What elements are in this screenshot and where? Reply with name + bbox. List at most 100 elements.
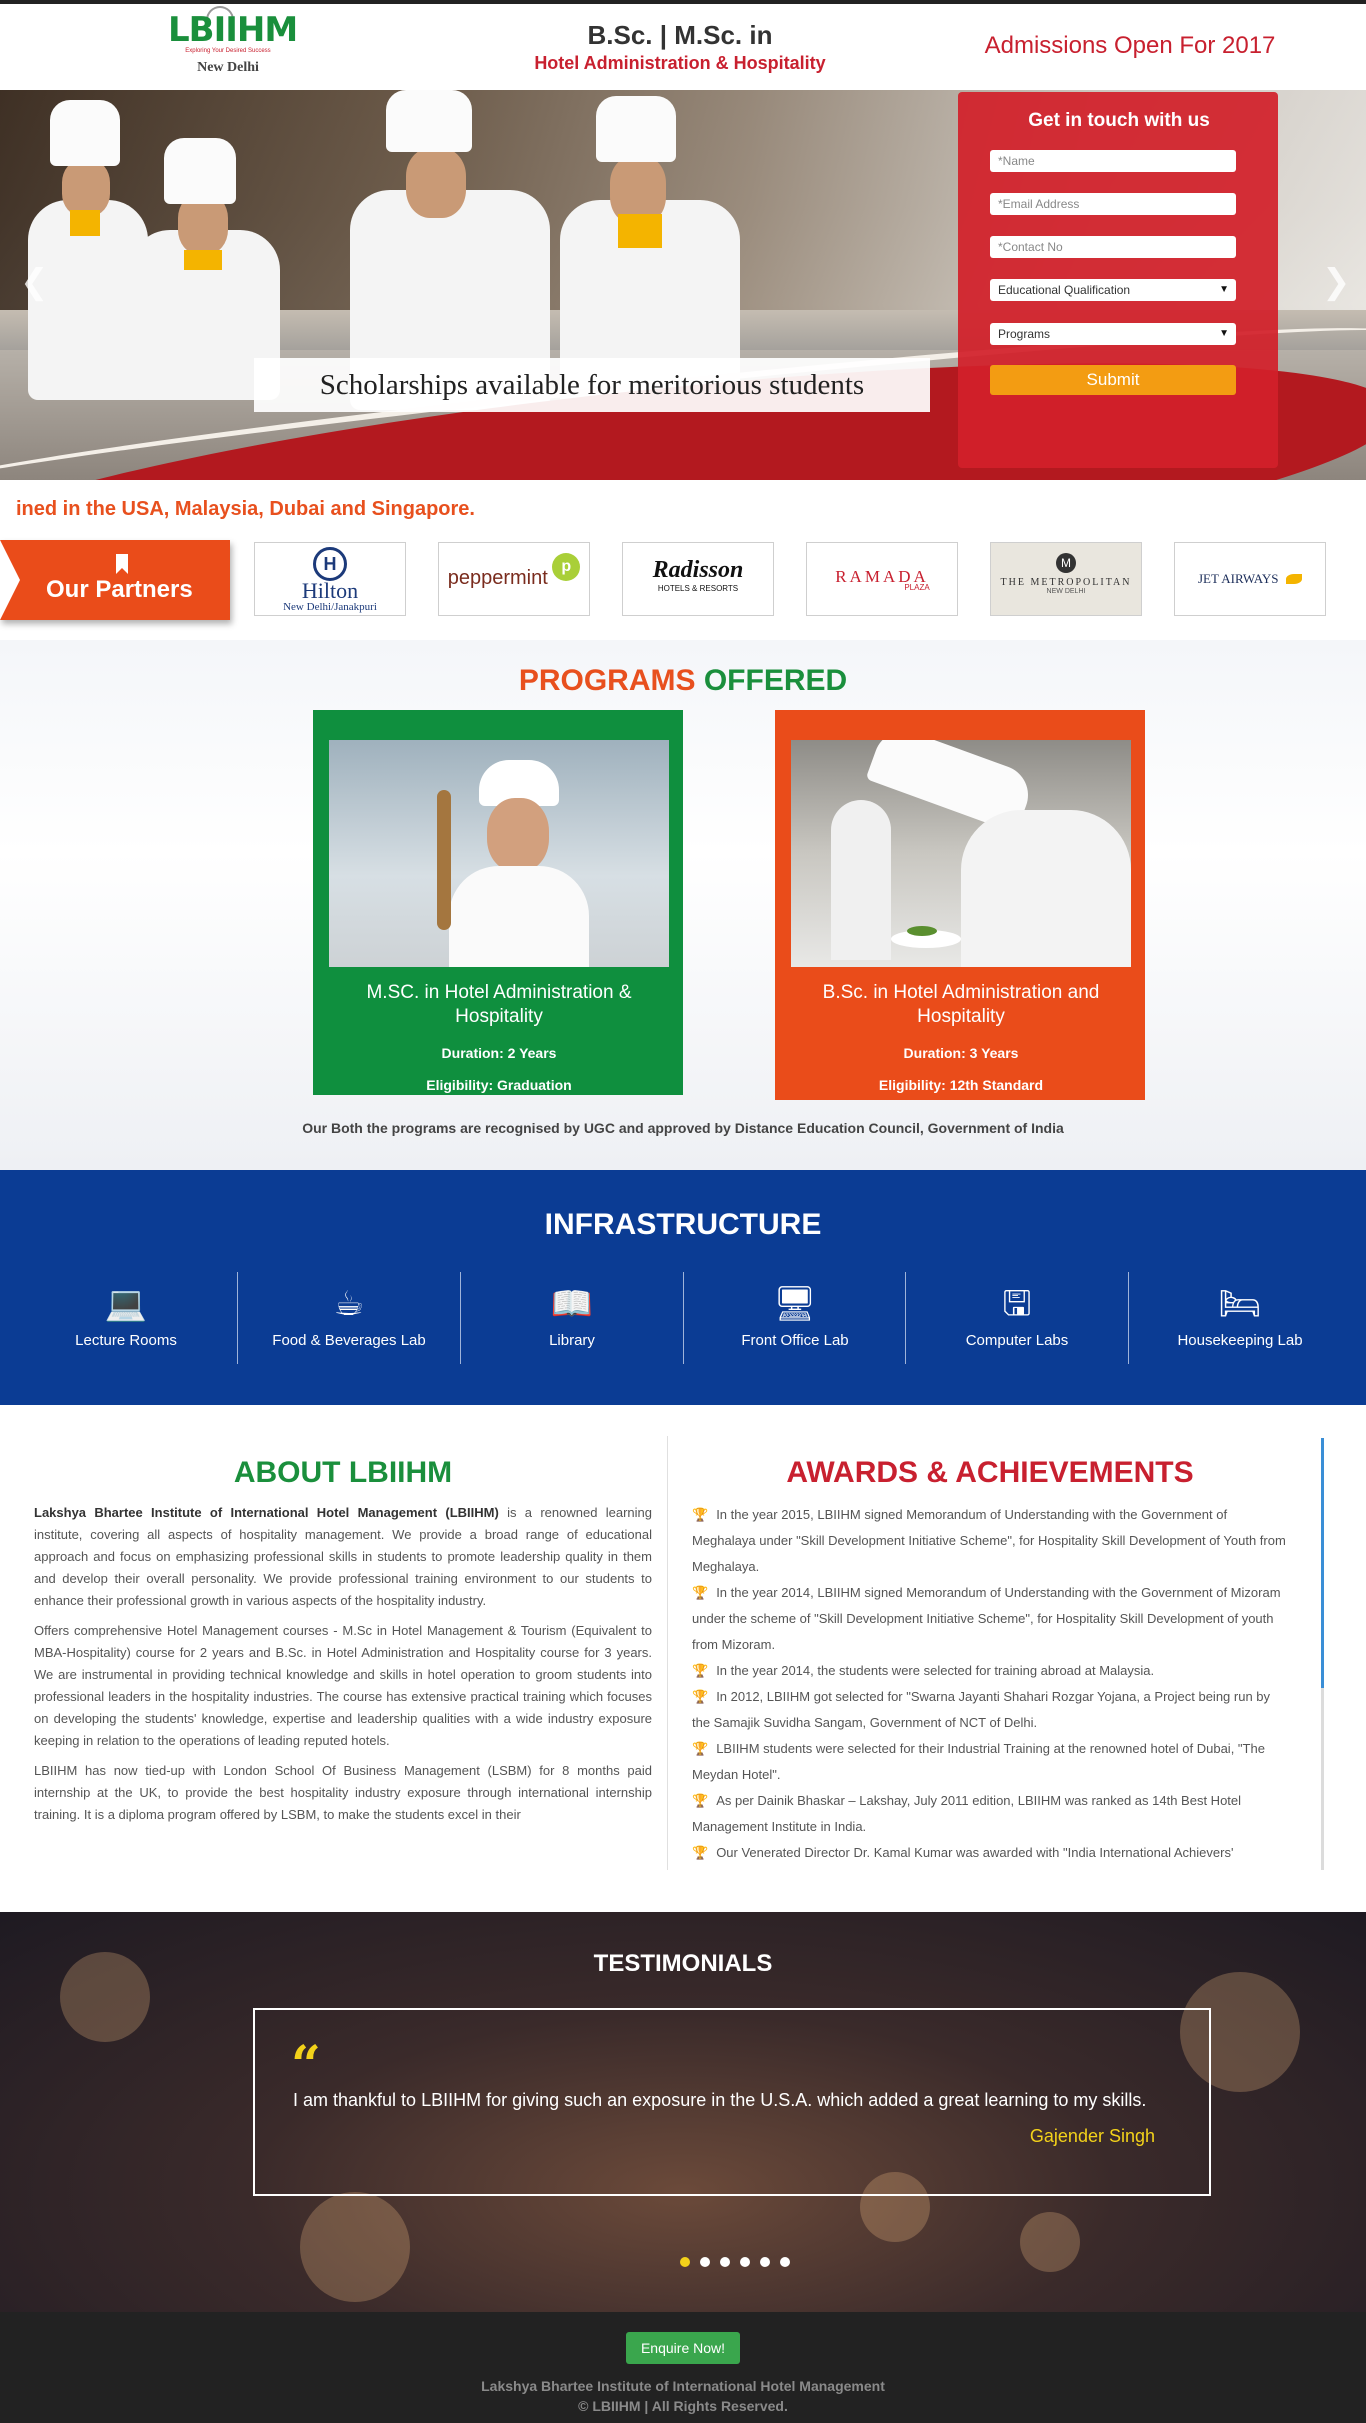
award-text: In 2012, LBIIHM got selected for "Swarna…	[692, 1689, 1271, 1730]
contact-field[interactable]: *Contact No	[990, 236, 1236, 258]
partner-logo-hilton[interactable]: H Hilton New Delhi/Janakpuri	[254, 542, 406, 616]
program-card-bsc[interactable]: B.Sc. in Hotel Administration and Hospit…	[775, 710, 1145, 1100]
infra-label: Computer Labs	[965, 1332, 1069, 1349]
testimonials-section: TESTIMONIALS “ I am thankful to LBIIHM f…	[0, 1912, 1366, 2312]
logo-text: LBIIHM	[168, 10, 298, 50]
testimonial-author: Gajender Singh	[1029, 2126, 1155, 2146]
logo-tagline: Exploring Your Desired Success	[185, 48, 271, 54]
site-header: LBIIHM Exploring Your Desired Success Ne…	[0, 4, 1366, 90]
photo-garnish	[907, 926, 937, 936]
testimonial-quote: I am thankful to LBIIHM for giving such …	[293, 2090, 1147, 2110]
header-course: B.Sc. | M.Sc. in Hotel Administration & …	[460, 20, 900, 74]
photo-jacket	[449, 866, 589, 967]
carousel-dot[interactable]	[760, 2257, 770, 2267]
chevron-right-icon[interactable]: ❯	[1322, 262, 1351, 302]
infra-item-housekeeping-lab[interactable]: 🛏 Housekeeping Lab	[1129, 1270, 1351, 1362]
programs-title-part1: PROGRAMS	[518, 664, 696, 697]
enquire-now-button[interactable]: Enquire Now!	[626, 2332, 740, 2364]
quote-icon: “	[291, 2035, 321, 2096]
chef-scarf	[70, 210, 100, 236]
chef-scarf	[184, 250, 222, 270]
programs-select[interactable]: Programs ▼	[990, 323, 1236, 345]
wooden-spoon-icon	[437, 790, 451, 930]
infrastructure-section: INFRASTRUCTURE 💻 Lecture Rooms ☕ Food & …	[0, 1170, 1366, 1405]
infra-item-lecture-rooms[interactable]: 💻 Lecture Rooms	[15, 1270, 237, 1362]
trophy-icon: 🏆	[692, 1585, 709, 1600]
logo-city: New Delhi	[197, 60, 259, 75]
infra-label: Lecture Rooms	[75, 1332, 177, 1349]
desktop-icon: 🖥	[773, 1284, 817, 1324]
program-card-msc[interactable]: M.SC. in Hotel Administration & Hospital…	[313, 710, 683, 1095]
partner-logo-radisson[interactable]: Radisson HOTELS & RESORTS	[622, 542, 774, 616]
contact-form: Get in touch with us *Name *Email Addres…	[958, 92, 1278, 468]
partner-logo-jet-airways[interactable]: JET AIRWAYS	[1174, 542, 1326, 616]
infra-label: Front Office Lab	[741, 1332, 849, 1349]
photo-face	[487, 798, 549, 872]
column-divider	[667, 1436, 668, 1870]
jet-airways-logo-icon	[1286, 573, 1302, 584]
carousel-dot[interactable]	[740, 2257, 750, 2267]
carousel-dot[interactable]	[720, 2257, 730, 2267]
chef-hat	[386, 90, 472, 152]
qualification-select-value: Educational Qualification	[998, 283, 1131, 297]
hilton-emblem-icon: H	[313, 547, 347, 581]
qualification-select[interactable]: Educational Qualification ▼	[990, 279, 1236, 301]
about-section: ABOUT LBIIHM Lakshya Bhartee Institute o…	[34, 1434, 652, 1870]
infra-item-front-office-lab[interactable]: 🖥 Front Office Lab	[684, 1270, 906, 1362]
programs-title: PROGRAMS OFFERED	[0, 664, 1366, 698]
form-title: Get in touch with us	[1028, 110, 1210, 131]
bed-icon: 🛏	[1218, 1284, 1262, 1324]
submit-button[interactable]: Submit	[990, 365, 1236, 395]
partner-logo-ramada[interactable]: RAMADA PLAZA	[806, 542, 958, 616]
email-field[interactable]: *Email Address	[990, 193, 1236, 215]
award-text: Our Venerated Director Dr. Kamal Kumar w…	[716, 1845, 1234, 1860]
photo-jacket	[961, 810, 1131, 967]
photo-jacket	[831, 800, 891, 960]
carousel-dot[interactable]	[680, 2257, 690, 2267]
bookmark-icon	[116, 554, 128, 574]
list-item: 🏆 LBIIHM students were selected for their…	[690, 1736, 1290, 1788]
about-paragraph-1: Lakshya Bhartee Institute of Internation…	[34, 1502, 652, 1612]
site-footer: Enquire Now! Lakshya Bhartee Institute o…	[0, 2312, 1366, 2423]
book-icon: 📖	[550, 1284, 594, 1324]
list-item: 🏆 In the year 2015, LBIIHM signed Memoran…	[690, 1502, 1290, 1580]
programs-section: PROGRAMS OFFERED M.SC. in Hotel Administ…	[0, 640, 1366, 1170]
footer-institute-name: Lakshya Bhartee Institute of Internation…	[481, 2378, 885, 2394]
laptop-icon: 💻	[104, 1284, 148, 1324]
scrollbar-thumb[interactable]	[1321, 1438, 1324, 1688]
program-title: M.SC. in Hotel Administration & Hospital…	[366, 982, 632, 1027]
chef-hat	[596, 96, 676, 162]
programs-recognition-note: Our Both the programs are recognised by …	[302, 1120, 1064, 1136]
carousel-dot[interactable]	[700, 2257, 710, 2267]
chef-scarf	[618, 214, 662, 248]
infra-item-food-beverages-lab[interactable]: ☕ Food & Beverages Lab	[238, 1270, 460, 1362]
partner-name: Radisson	[652, 557, 744, 583]
partner-name: THE METROPOLITAN	[1000, 577, 1132, 588]
monitor-icon: 🖫	[1002, 1284, 1032, 1324]
infra-item-library[interactable]: 📖 Library	[461, 1270, 683, 1362]
peppermint-logo-icon: p	[552, 553, 581, 581]
awards-section[interactable]: AWARDS & ACHIEVEMENTS 🏆 In the year 2015,…	[690, 1434, 1290, 1870]
carousel-dots	[680, 2254, 800, 2267]
about-title: ABOUT LBIIHM	[233, 1456, 453, 1489]
label-notch	[0, 540, 20, 620]
chef-face	[406, 148, 466, 218]
logo[interactable]: LBIIHM Exploring Your Desired Success Ne…	[168, 10, 298, 90]
partner-logo-metropolitan[interactable]: M THE METROPOLITAN NEW DELHI	[990, 542, 1142, 616]
trophy-icon: 🏆	[692, 1663, 709, 1678]
chevron-left-icon[interactable]: ❮	[20, 262, 49, 302]
partner-subtitle: HOTELS & RESORTS	[657, 584, 739, 593]
partner-subtitle: NEW DELHI	[1046, 588, 1086, 595]
list-item: 🏆 In 2012, LBIIHM got selected for "Swarn…	[690, 1684, 1290, 1736]
carousel-dot[interactable]	[780, 2257, 790, 2267]
about-paragraph-2: Offers comprehensive Hotel Management co…	[34, 1623, 652, 1748]
infra-item-computer-labs[interactable]: 🖫 Computer Labs	[906, 1270, 1128, 1362]
partner-logo-peppermint[interactable]: peppermint p	[438, 542, 590, 616]
list-item: 🏆 In the year 2014, the students were sel…	[690, 1658, 1290, 1684]
award-text: In the year 2015, LBIIHM signed Memorand…	[692, 1507, 1286, 1574]
program-duration: Duration: 3 Years	[903, 1045, 1019, 1061]
infra-label: Library	[549, 1332, 595, 1349]
name-field[interactable]: *Name	[990, 150, 1236, 172]
awards-scrollbar[interactable]	[1321, 1438, 1324, 1870]
infra-label: Housekeeping Lab	[1177, 1332, 1303, 1349]
